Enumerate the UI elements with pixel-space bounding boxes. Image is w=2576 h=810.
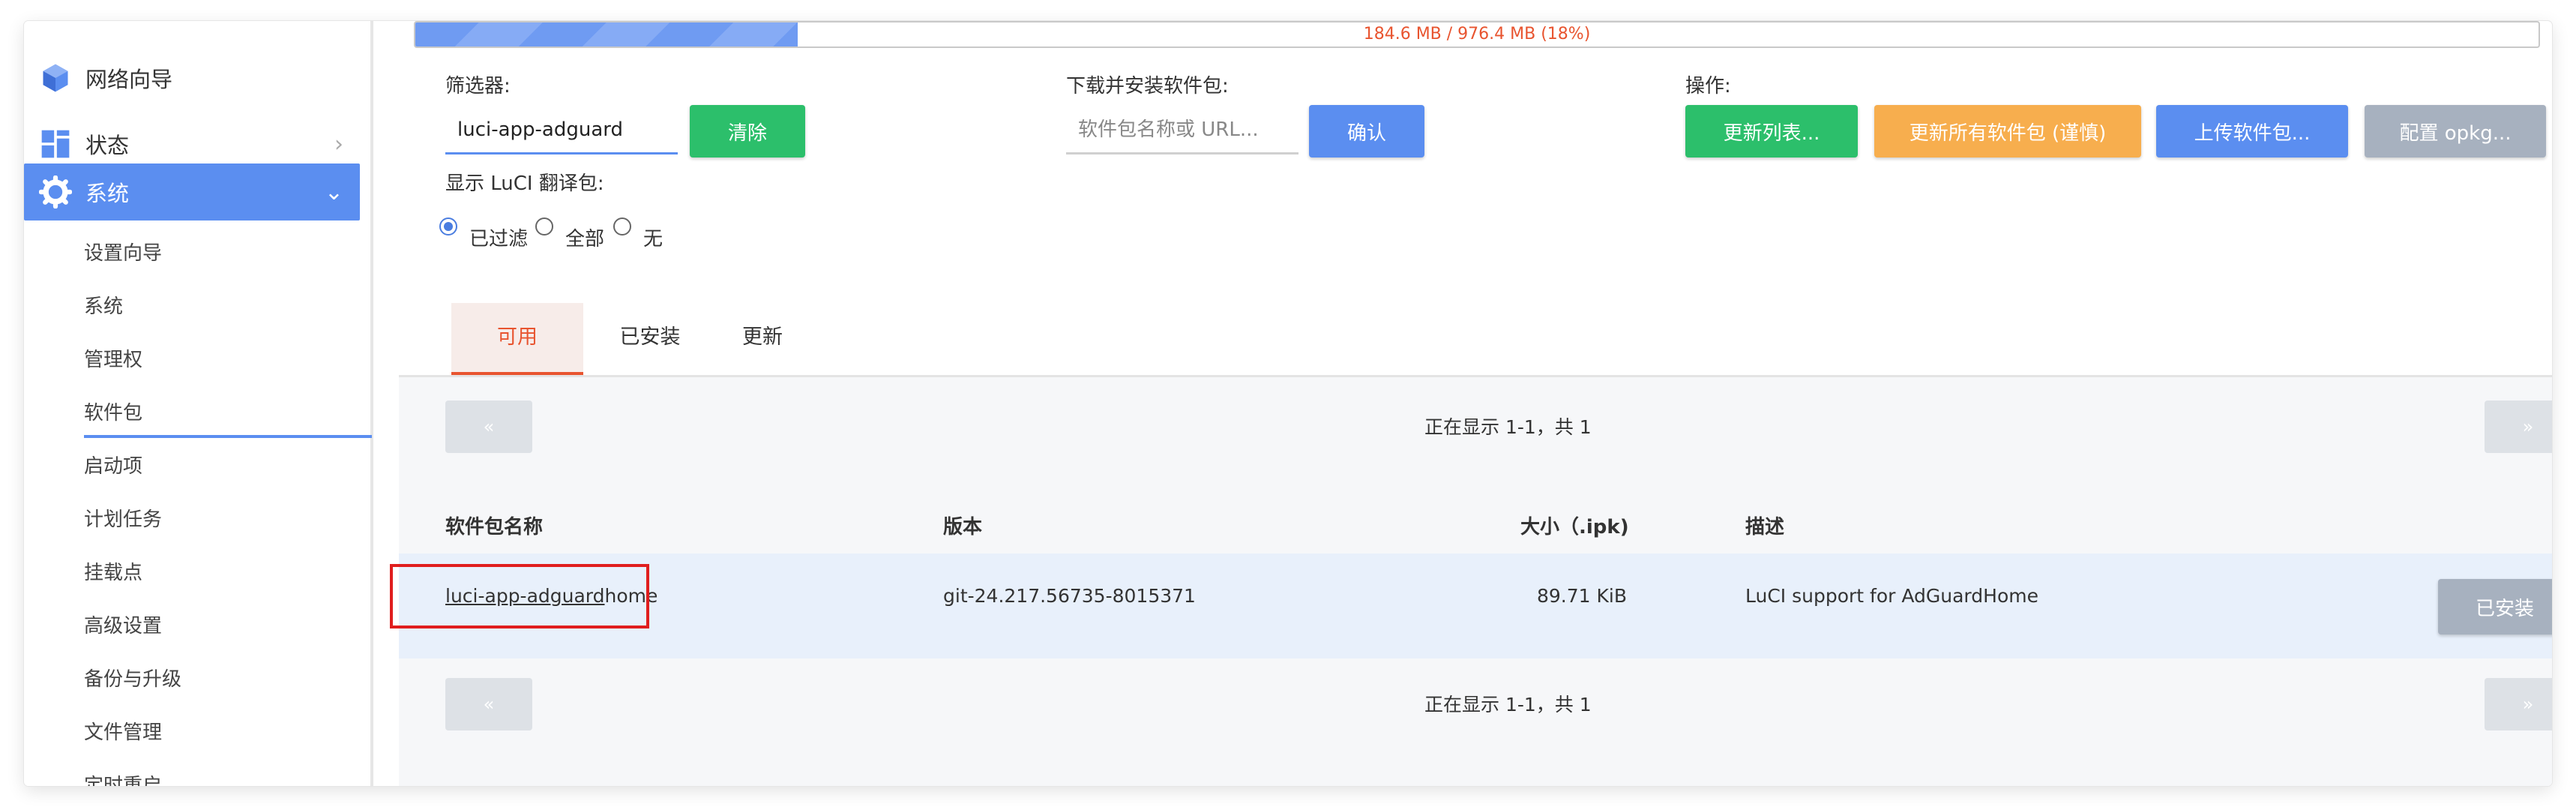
installed-button[interactable]: 已安装 <box>2438 579 2552 634</box>
radio-all[interactable] <box>535 218 553 236</box>
sidebar-subitem-software[interactable]: 软件包 <box>84 398 142 428</box>
sidebar-item-label: 系统 <box>85 181 130 206</box>
grid-icon <box>41 130 70 158</box>
sidebar-item-label: 网络向导 <box>85 67 173 92</box>
package-size: 89.71 KiB <box>1537 585 1628 607</box>
disk-usage-text: 184.6 MB / 976.4 MB (18%) <box>1363 25 1591 44</box>
sidebar-subitem-backup[interactable]: 备份与升级 <box>84 664 181 694</box>
sidebar-subitem-admin[interactable]: 管理权 <box>84 345 142 375</box>
sidebar-item-system[interactable]: 系统 ⌄ <box>24 164 360 220</box>
package-version: git-24.217.56735-8015371 <box>943 585 1196 607</box>
sidebar-subitem-mount-points[interactable]: 挂载点 <box>84 558 142 588</box>
tab-available[interactable]: 可用 <box>451 303 583 375</box>
download-label: 下载并安装软件包: <box>1066 75 1229 98</box>
translation-label: 显示 LuCI 翻译包: <box>445 172 604 195</box>
tab-installed[interactable]: 已安装 <box>595 303 705 375</box>
package-description: LuCI support for AdGuardHome <box>1745 585 2038 607</box>
prev-page-button-bottom[interactable]: « <box>445 678 532 730</box>
active-item-underline <box>84 435 372 438</box>
radio-none-label: 无 <box>643 228 663 250</box>
sidebar-subitem-system[interactable]: 系统 <box>84 292 123 322</box>
tab-updates[interactable]: 更新 <box>714 303 811 375</box>
radio-filtered-label: 已过滤 <box>469 228 529 250</box>
radio-none[interactable] <box>613 218 631 236</box>
pager-text-top: 正在显示 1-1，共 1 <box>1424 416 1592 438</box>
main-content: 184.6 MB / 976.4 MB (18%) 筛选器: 清除 下载并安装软… <box>376 21 2552 786</box>
sidebar-subitem-scheduled-tasks[interactable]: 计划任务 <box>84 505 162 535</box>
sidebar-item-network-wizard[interactable]: 网络向导 <box>24 50 360 106</box>
col-header-version: 版本 <box>943 516 983 538</box>
table-row <box>399 554 2552 658</box>
upload-package-button[interactable]: 上传软件包... <box>2156 105 2348 158</box>
radio-filtered[interactable] <box>439 218 457 236</box>
next-page-button-bottom[interactable]: » <box>2485 678 2552 730</box>
highlight-box <box>390 564 649 628</box>
sidebar: 网络向导 状态 › 系统 ⌄ 设置向导 系统 管理权 软件包 启动项 计划任务 … <box>24 21 373 786</box>
col-header-size: 大小（.ipk) <box>1520 516 1629 538</box>
filter-label: 筛选器: <box>445 75 511 98</box>
sidebar-item-label: 状态 <box>85 133 130 158</box>
col-header-name: 软件包名称 <box>445 516 544 538</box>
radio-all-label: 全部 <box>565 228 605 250</box>
upgrade-all-button[interactable]: 更新所有软件包 (谨慎) <box>1874 105 2141 158</box>
pager-text-bottom: 正在显示 1-1，共 1 <box>1424 694 1592 716</box>
cube-icon <box>43 64 68 92</box>
chevron-right-icon: › <box>334 130 343 158</box>
clear-button[interactable]: 清除 <box>690 105 805 158</box>
package-url-input[interactable] <box>1066 106 1298 154</box>
prev-page-button-top[interactable]: « <box>445 400 532 453</box>
col-header-description: 描述 <box>1745 516 1785 538</box>
next-page-button-top[interactable]: » <box>2485 400 2552 453</box>
disk-usage-bar: 184.6 MB / 976.4 MB (18%) <box>414 21 2540 48</box>
sidebar-subitem-scheduled-reboot[interactable]: 定时重启 <box>84 771 162 786</box>
actions-label: 操作: <box>1685 75 1731 98</box>
sidebar-subitem-setup-wizard[interactable]: 设置向导 <box>84 238 162 268</box>
update-lists-button[interactable]: 更新列表... <box>1685 105 1858 158</box>
sidebar-subitem-startup[interactable]: 启动项 <box>84 452 142 482</box>
sidebar-subitem-advanced[interactable]: 高级设置 <box>84 611 162 641</box>
gear-icon <box>39 176 72 208</box>
filter-input[interactable] <box>445 106 678 154</box>
chevron-down-icon: ⌄ <box>324 178 343 206</box>
app-window: 网络向导 状态 › 系统 ⌄ 设置向导 系统 管理权 软件包 启动项 计划任务 … <box>24 21 2552 786</box>
confirm-button[interactable]: 确认 <box>1309 105 1424 158</box>
configure-opkg-button[interactable]: 配置 opkg... <box>2365 105 2546 158</box>
sidebar-subitem-file-manager[interactable]: 文件管理 <box>84 718 162 748</box>
